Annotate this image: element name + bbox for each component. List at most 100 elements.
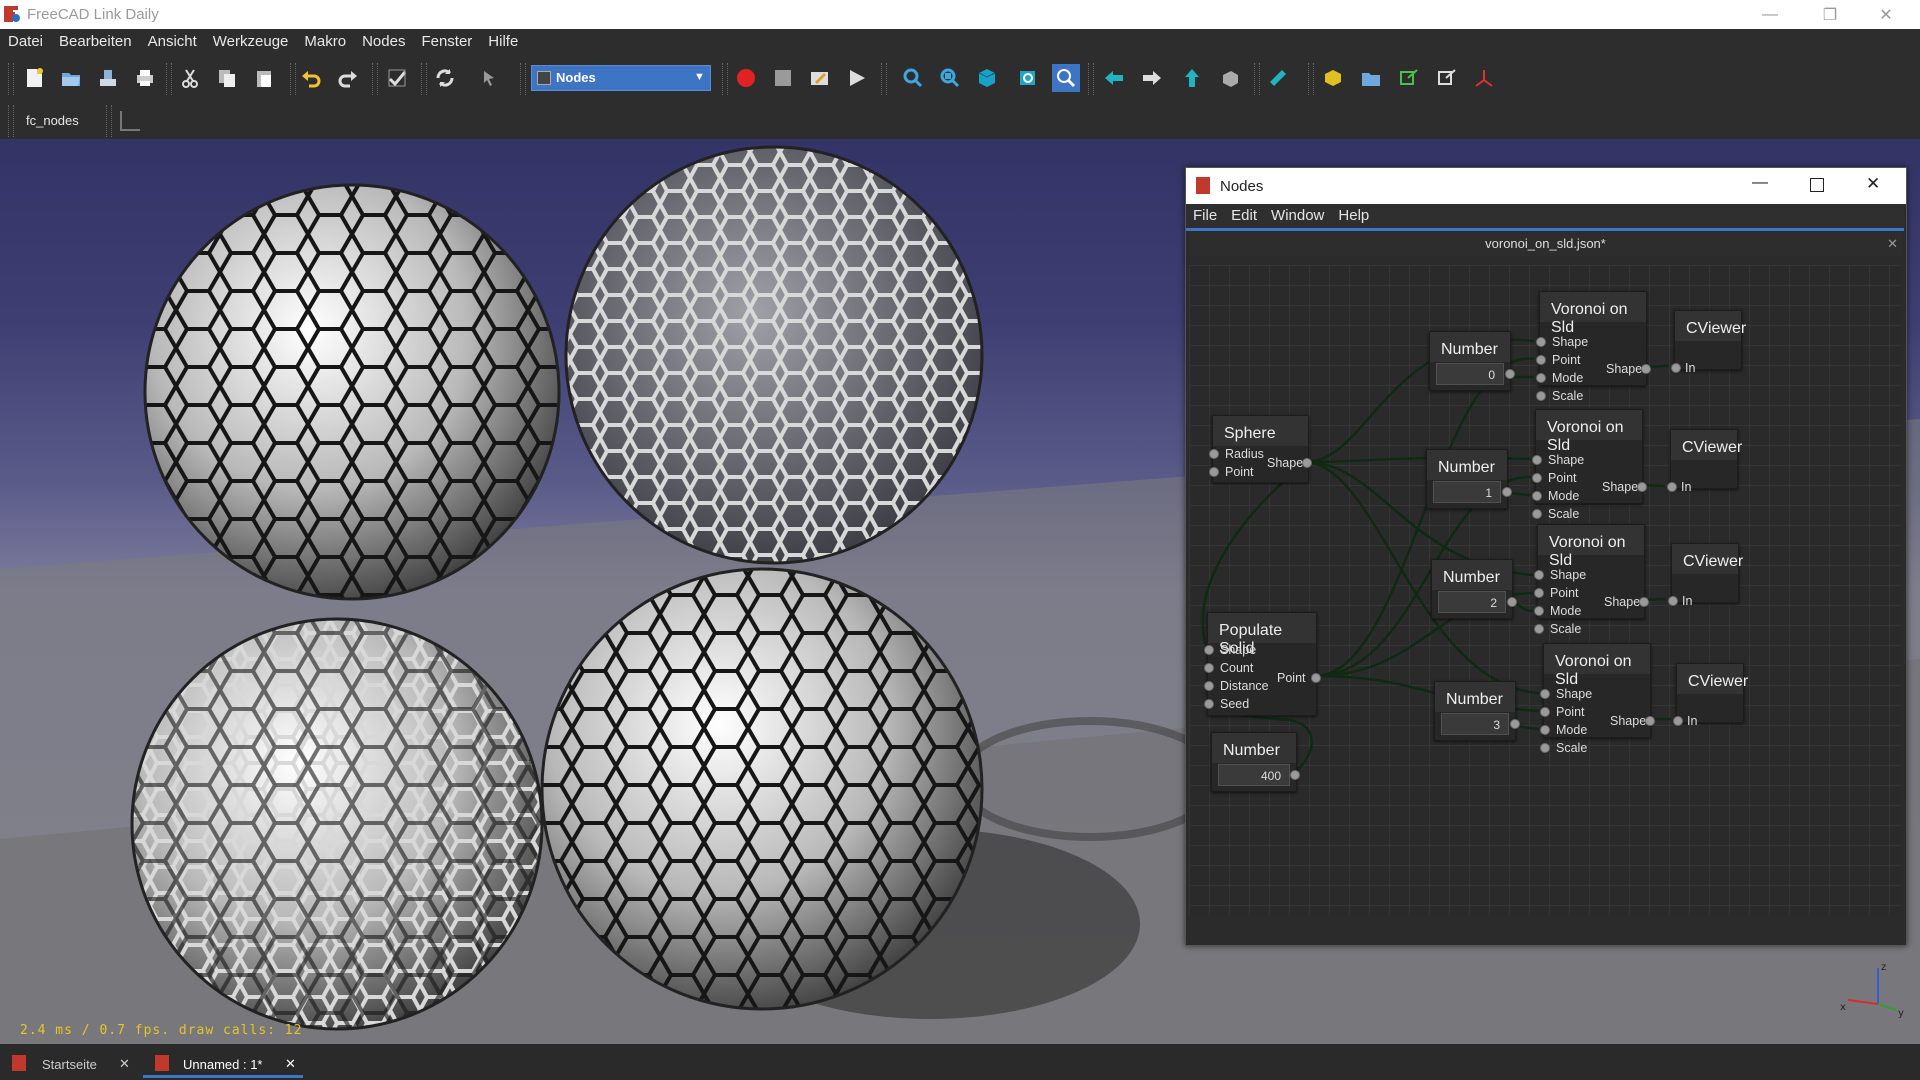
number-value-field[interactable]: 3: [1441, 713, 1509, 735]
whats-this-icon[interactable]: [476, 64, 504, 92]
doc-tab-startseite[interactable]: Startseite ✕: [0, 1048, 140, 1078]
number-node-2[interactable]: Number 2: [1431, 559, 1517, 619]
input-pin-shape[interactable]: [1534, 570, 1544, 580]
output-pin-shape[interactable]: [1637, 482, 1647, 492]
number-value-field[interactable]: 0: [1436, 363, 1504, 385]
redo-icon[interactable]: [334, 64, 362, 92]
input-pin-in[interactable]: [1671, 363, 1681, 373]
fit-selection-icon[interactable]: [936, 64, 964, 92]
up-arrow-icon[interactable]: [1178, 64, 1206, 92]
menu-nodes[interactable]: Nodes: [354, 29, 413, 50]
menu-window[interactable]: Window: [1264, 204, 1331, 224]
voronoi-node-0[interactable]: Voronoi on Sld Shape Point Mode Scale Sh…: [1536, 291, 1651, 403]
number-value-field[interactable]: 400: [1218, 764, 1290, 786]
output-pin-shape[interactable]: [1641, 364, 1651, 374]
input-pin-in[interactable]: [1667, 482, 1677, 492]
close-icon[interactable]: ✕: [285, 1056, 296, 1072]
input-pin-mode[interactable]: [1534, 606, 1544, 616]
make-link-icon[interactable]: [1395, 64, 1423, 92]
menu-file[interactable]: File: [1186, 204, 1224, 224]
input-pin-mode[interactable]: [1540, 725, 1550, 735]
menu-ansicht[interactable]: Ansicht: [140, 29, 205, 50]
output-pin-value[interactable]: [1510, 719, 1520, 729]
run-macro-icon[interactable]: [843, 64, 871, 92]
print-icon[interactable]: [131, 64, 159, 92]
input-pin-point[interactable]: [1209, 467, 1219, 477]
doc-tab-unnamed[interactable]: Unnamed : 1* ✕: [143, 1048, 303, 1078]
count-number-node[interactable]: Number 400: [1211, 732, 1300, 792]
cviewer-node-3[interactable]: CViewer In: [1673, 663, 1748, 728]
cviewer-node-0[interactable]: CViewer In: [1671, 310, 1746, 375]
menu-hilfe[interactable]: Hilfe: [480, 29, 526, 50]
measure-icon[interactable]: [1264, 64, 1292, 92]
record-macro-icon[interactable]: [732, 64, 760, 92]
output-pin-shape[interactable]: [1645, 716, 1655, 726]
voronoi-node-1[interactable]: Voronoi on Sld Shape Point Mode Scale Sh…: [1532, 409, 1647, 521]
input-pin-distance[interactable]: [1204, 681, 1214, 691]
undo-icon[interactable]: [297, 64, 325, 92]
output-pin-shape[interactable]: [1302, 458, 1312, 468]
workbench-selector[interactable]: Nodes ▼: [531, 65, 711, 91]
input-pin-scale[interactable]: [1536, 391, 1546, 401]
stop-macro-icon[interactable]: [769, 64, 797, 92]
menu-fenster[interactable]: Fenster: [413, 29, 480, 50]
output-pin-value[interactable]: [1507, 597, 1517, 607]
new-file-icon[interactable]: [20, 64, 48, 92]
input-pin-shape[interactable]: [1536, 337, 1546, 347]
cviewer-node-2[interactable]: CViewer In: [1668, 543, 1743, 608]
input-pin-scale[interactable]: [1540, 743, 1550, 753]
open-file-icon[interactable]: [57, 64, 85, 92]
isometric-view-icon[interactable]: [973, 64, 1001, 92]
minimize-button[interactable]: —: [1747, 0, 1793, 29]
input-pin-shape[interactable]: [1532, 455, 1542, 465]
input-pin-shape[interactable]: [1204, 645, 1214, 655]
graph-file-tab[interactable]: voronoi_on_sld.json* ✕: [1189, 232, 1902, 256]
menu-werkzeuge[interactable]: Werkzeuge: [205, 29, 297, 50]
menu-help[interactable]: Help: [1331, 204, 1376, 224]
input-pin-count[interactable]: [1204, 663, 1214, 673]
input-pin-in[interactable]: [1668, 596, 1678, 606]
number-value-field[interactable]: 1: [1433, 481, 1501, 503]
populate-solid-node[interactable]: Populate Solid Shape Count Distance Seed…: [1204, 612, 1321, 716]
maximize-button[interactable]: [1810, 178, 1824, 192]
close-button[interactable]: ✕: [1866, 174, 1880, 194]
menu-makro[interactable]: Makro: [296, 29, 354, 50]
menu-datei[interactable]: Datei: [0, 29, 51, 50]
close-icon[interactable]: ✕: [119, 1056, 130, 1072]
rotate-view-icon[interactable]: [1216, 64, 1244, 92]
toolbar-grip[interactable]: [106, 105, 112, 137]
input-pin-mode[interactable]: [1536, 373, 1546, 383]
output-pin-value[interactable]: [1505, 369, 1515, 379]
input-pin-radius[interactable]: [1209, 449, 1219, 459]
forward-arrow-icon[interactable]: [1138, 64, 1166, 92]
output-pin-shape[interactable]: [1639, 597, 1649, 607]
input-pin-in[interactable]: [1673, 716, 1683, 726]
voronoi-node-3[interactable]: Voronoi on Sld Shape Point Mode Scale Sh…: [1540, 643, 1655, 755]
toolbar-grip[interactable]: [8, 105, 14, 137]
fc-nodes-button[interactable]: fc_nodes: [26, 113, 79, 128]
sphere-node[interactable]: Sphere Radius Point Shape: [1209, 415, 1312, 483]
close-icon[interactable]: ✕: [1887, 232, 1898, 256]
copy-icon[interactable]: [213, 64, 241, 92]
menu-edit[interactable]: Edit: [1224, 204, 1264, 224]
cut-icon[interactable]: [176, 64, 204, 92]
number-node-0[interactable]: Number 0: [1429, 331, 1515, 391]
fit-all-icon[interactable]: [899, 64, 927, 92]
toolbar-grip[interactable]: [8, 63, 14, 95]
create-group-icon[interactable]: [1357, 64, 1385, 92]
input-pin-seed[interactable]: [1204, 699, 1214, 709]
input-pin-mode[interactable]: [1532, 491, 1542, 501]
menu-bearbeiten[interactable]: Bearbeiten: [51, 29, 140, 50]
refresh-check-icon[interactable]: [383, 64, 411, 92]
back-arrow-icon[interactable]: [1100, 64, 1128, 92]
input-pin-scale[interactable]: [1532, 509, 1542, 519]
input-pin-point[interactable]: [1534, 588, 1544, 598]
number-value-field[interactable]: 2: [1438, 591, 1506, 613]
number-node-1[interactable]: Number 1: [1426, 449, 1512, 509]
edit-macro-icon[interactable]: [806, 64, 834, 92]
link-actions-icon[interactable]: [1433, 64, 1461, 92]
output-pin-value[interactable]: [1502, 487, 1512, 497]
input-pin-point[interactable]: [1540, 707, 1550, 717]
minimize-button[interactable]: —: [1752, 174, 1768, 192]
save-icon[interactable]: [94, 64, 122, 92]
